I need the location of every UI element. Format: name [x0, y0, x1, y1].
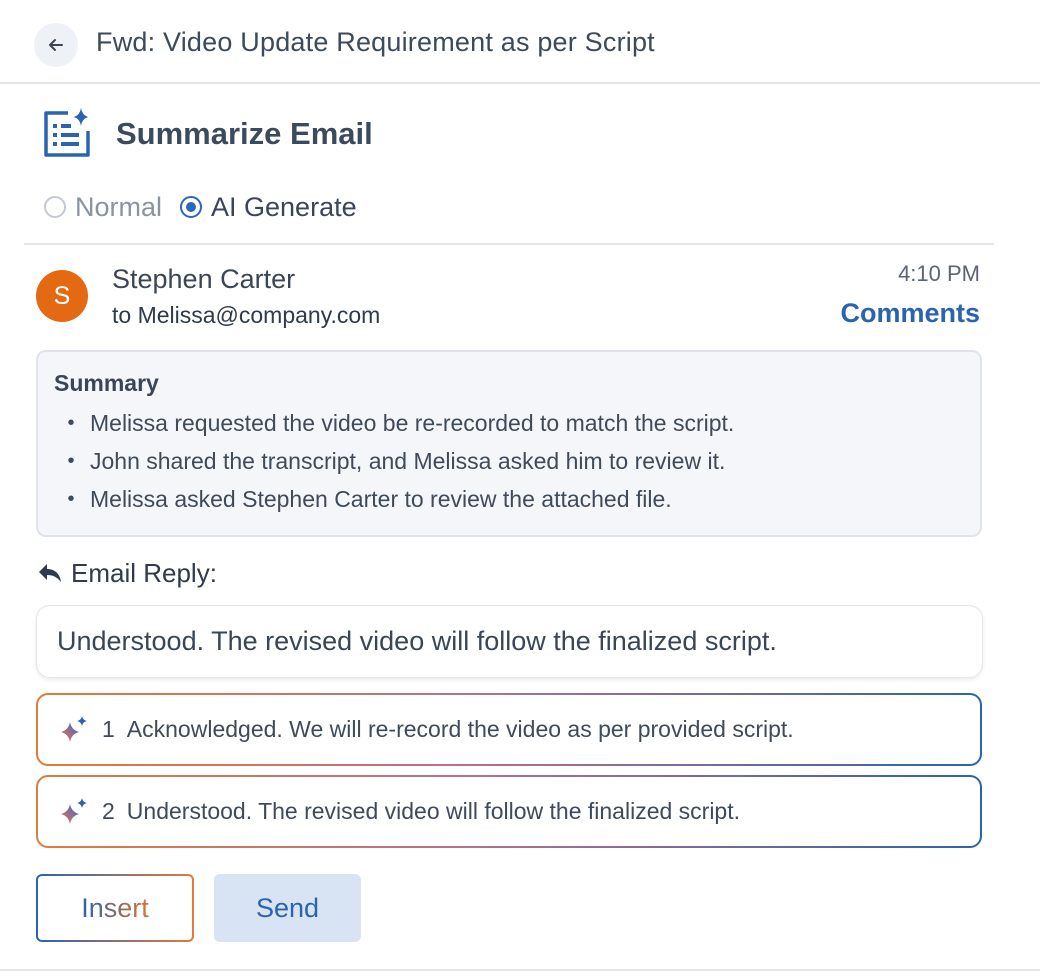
- message-time: 4:10 PM: [898, 261, 980, 286]
- radio-ai-generate[interactable]: AI Generate: [180, 192, 357, 223]
- summary-item-text: John shared the transcript, and Melissa …: [90, 448, 726, 474]
- insert-button-label: Insert: [81, 892, 149, 923]
- send-button[interactable]: Send: [214, 874, 361, 942]
- bullet-icon: •: [67, 450, 75, 472]
- email-reply-input[interactable]: Understood. The revised video will follo…: [36, 605, 983, 678]
- radio-normal-label: Normal: [75, 191, 163, 222]
- summary-item-text: Melissa asked Stephen Carter to review t…: [90, 486, 672, 512]
- arrow-left-icon: [49, 39, 63, 51]
- back-button[interactable]: [34, 23, 78, 67]
- summary-item: • John shared the transcript, and Melissa…: [52, 446, 734, 484]
- avatar: S: [36, 270, 88, 322]
- recipient-line: to Melissa@company.com: [112, 302, 381, 328]
- summary-title: Summary: [54, 370, 159, 396]
- reply-arrow-icon: [39, 564, 61, 582]
- suggestion-text: Acknowledged. We will re-record the vide…: [126, 716, 794, 742]
- summary-item: • Melissa requested the video be re-recor…: [52, 408, 734, 446]
- section-divider: [24, 243, 994, 245]
- bullet-icon: •: [67, 488, 75, 510]
- suggestion-number: 1: [102, 716, 115, 742]
- email-header: Fwd: Video Update Requirement as per Scr…: [0, 0, 1040, 84]
- radio-normal-circle[interactable]: [44, 196, 66, 218]
- summarize-mode-group: Normal AI Generate: [44, 190, 357, 224]
- sender-name: Stephen Carter: [112, 264, 296, 294]
- ai-sparkle-icon: [61, 797, 87, 824]
- ai-suggestion-2[interactable]: 2 Understood. The revised video will fol…: [36, 775, 982, 848]
- bottom-divider: [0, 969, 1040, 971]
- ai-sparkle-icon: [61, 715, 87, 742]
- bullet-icon: •: [67, 412, 75, 434]
- email-subject: Fwd: Video Update Requirement as per Scr…: [96, 27, 655, 57]
- summary-item: • Melissa asked Stephen Carter to review …: [52, 484, 734, 522]
- radio-ai-generate-circle[interactable]: [180, 196, 203, 218]
- summary-box: Summary • Melissa requested the video be …: [36, 350, 982, 537]
- summary-list: • Melissa requested the video be re-recor…: [52, 408, 734, 522]
- suggestion-text: Understood. The revised video will follo…: [126, 798, 741, 824]
- document-sparkle-icon: [44, 108, 90, 157]
- ai-suggestion-1[interactable]: 1 Acknowledged. We will re-record the vi…: [36, 693, 982, 766]
- summarize-title: Summarize Email: [116, 116, 373, 151]
- suggestion-number: 2: [102, 798, 115, 824]
- radio-ai-generate-label: AI Generate: [211, 191, 357, 222]
- comments-link[interactable]: Comments: [840, 298, 980, 329]
- radio-normal[interactable]: Normal: [44, 192, 162, 223]
- insert-button[interactable]: Insert: [36, 874, 194, 942]
- email-reply-header: Email Reply:: [37, 556, 217, 590]
- summary-item-text: Melissa requested the video be re-record…: [90, 410, 735, 436]
- email-reply-label: Email Reply:: [71, 557, 217, 588]
